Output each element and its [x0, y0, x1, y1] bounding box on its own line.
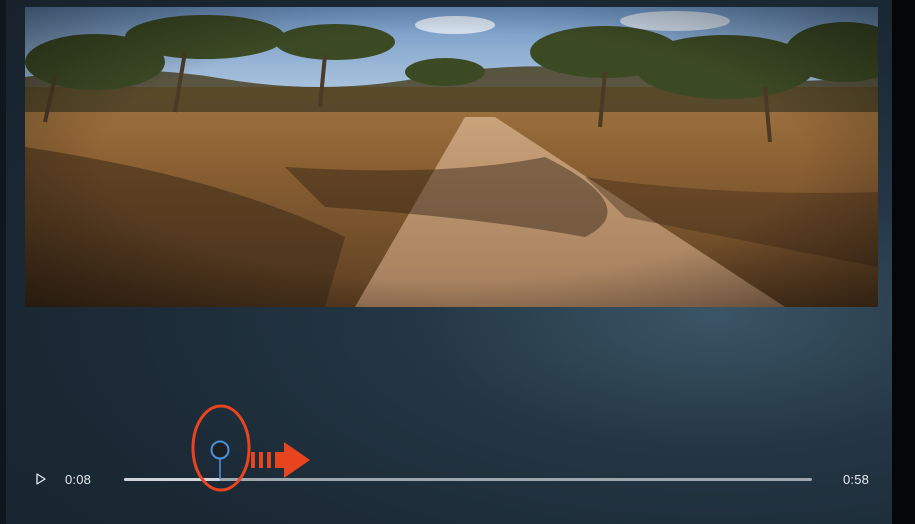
video-frame[interactable]: [25, 7, 878, 307]
total-time: 0:58: [843, 472, 870, 487]
left-edge: [0, 0, 6, 524]
play-button[interactable]: [33, 471, 49, 487]
savanna-road-image: [25, 7, 878, 307]
seek-bar-progress: [124, 478, 221, 481]
video-player-window: 0:08 0:58: [0, 0, 915, 524]
right-arrow-icon: [251, 442, 310, 478]
window-edge: [892, 0, 915, 524]
trim-marker-icon: [210, 440, 230, 479]
play-icon: [36, 473, 46, 485]
current-time: 0:08: [65, 472, 92, 487]
trim-marker-handle[interactable]: [209, 439, 231, 481]
